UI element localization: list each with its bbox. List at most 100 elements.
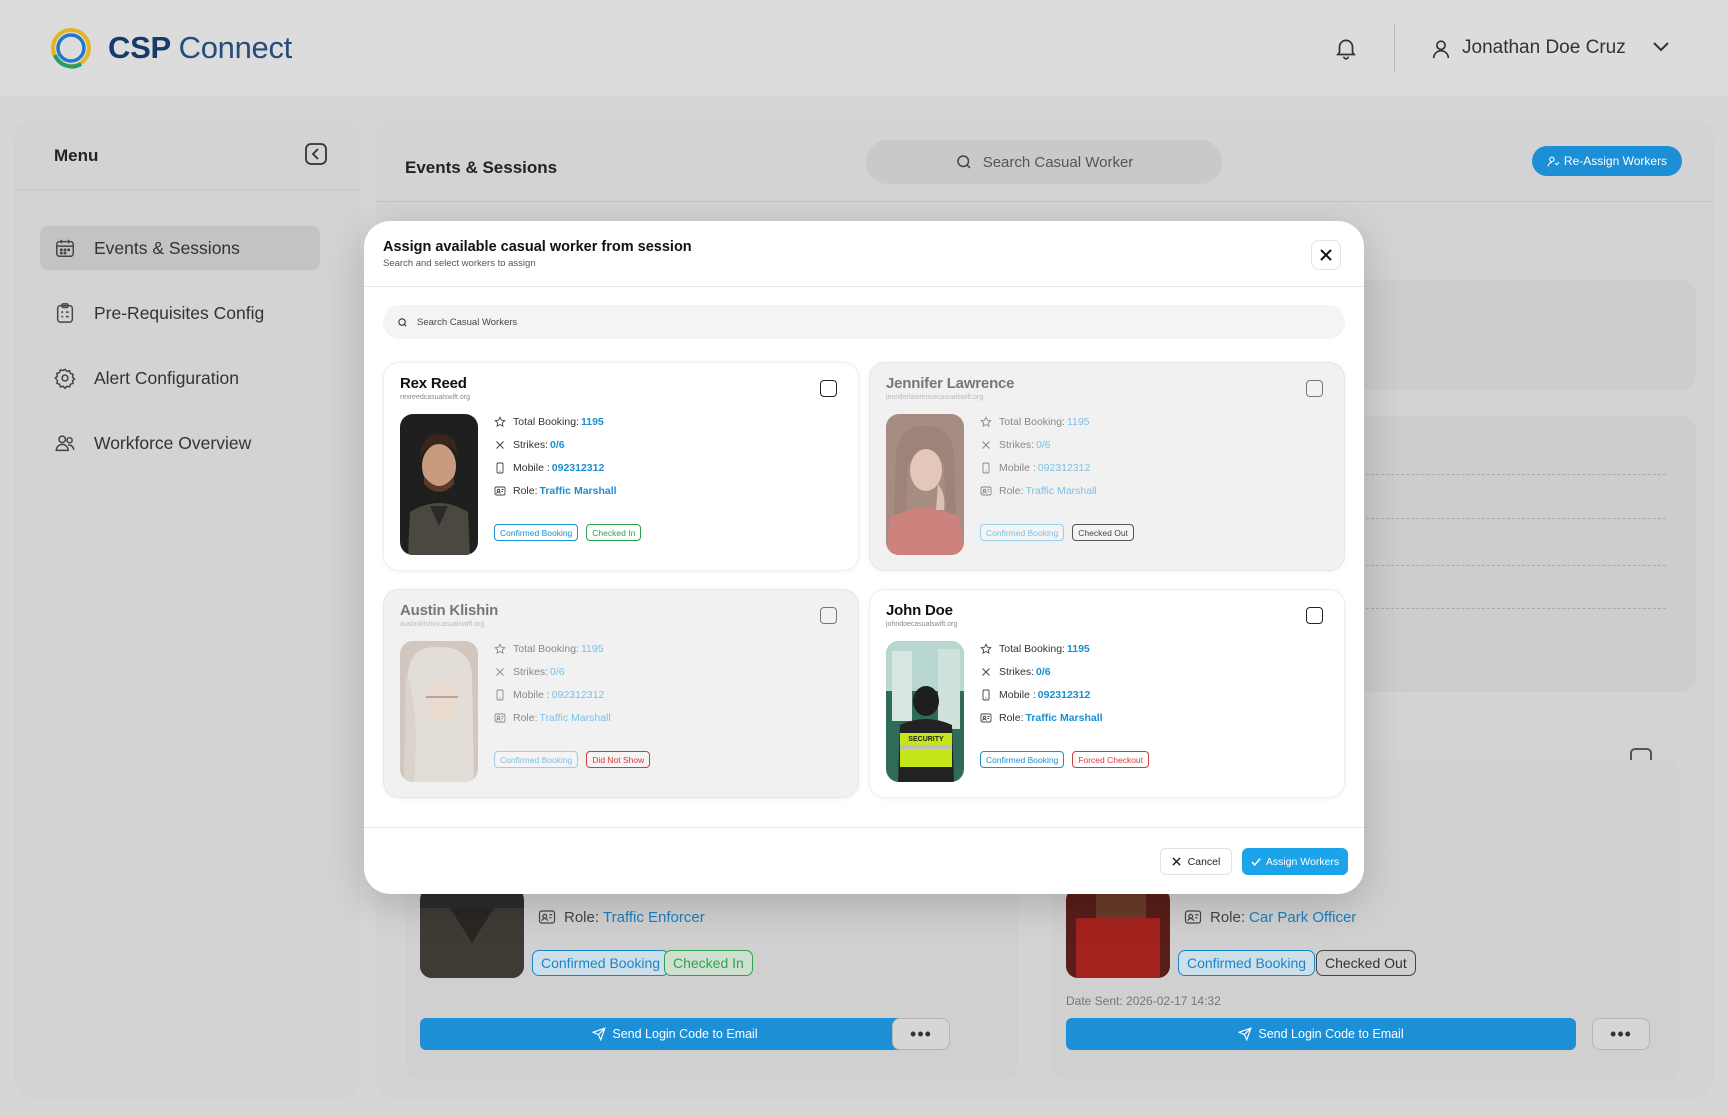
star-icon bbox=[980, 643, 992, 655]
status-badges: Confirmed Booking Forced Checkout bbox=[980, 751, 1150, 768]
main-divider bbox=[376, 201, 1714, 202]
chevron-down-icon[interactable] bbox=[1652, 40, 1670, 54]
id-card-icon bbox=[980, 486, 992, 496]
clipboard-icon bbox=[56, 303, 74, 323]
role-row: Role: Traffic Marshall bbox=[494, 485, 617, 497]
worker-email: jenniferlawrencecasualswift.org bbox=[886, 394, 984, 401]
star-icon bbox=[494, 416, 506, 428]
worker-photo: SECURITY bbox=[886, 641, 964, 782]
worker-checkbox[interactable] bbox=[1306, 607, 1323, 624]
send-login-code-button[interactable]: Send Login Code to Email bbox=[1066, 1018, 1576, 1050]
timeline-line bbox=[1366, 565, 1666, 566]
star-icon bbox=[980, 416, 992, 428]
collapse-sidebar-icon[interactable] bbox=[304, 142, 328, 166]
timeline-line bbox=[1366, 474, 1666, 475]
mobile-row: Mobile :092312312 bbox=[494, 689, 604, 701]
worker-checkbox[interactable] bbox=[820, 380, 837, 397]
phone-icon bbox=[496, 462, 504, 474]
worker-email: austinklishincasualswift.org bbox=[400, 621, 485, 628]
more-options-button[interactable]: ••• bbox=[892, 1018, 950, 1050]
more-options-button[interactable]: ••• bbox=[1592, 1018, 1650, 1050]
modal-subtitle: Search and select workers to assign bbox=[383, 258, 536, 269]
worker-name: John Doe bbox=[886, 602, 953, 619]
confirmed-booking-badge: Confirmed Booking bbox=[494, 524, 579, 541]
search-casual-workers-input[interactable]: Search Casual Workers bbox=[383, 305, 1345, 339]
worker-checkbox[interactable] bbox=[820, 607, 837, 624]
csp-logo-icon bbox=[51, 28, 91, 69]
confirmed-booking-badge: Confirmed Booking bbox=[1178, 950, 1316, 976]
id-card-icon bbox=[494, 713, 506, 723]
sidebar-item-alert-configuration[interactable]: Alert Configuration bbox=[40, 356, 320, 400]
worker-role: Role: Car Park Officer bbox=[1184, 908, 1356, 926]
worker-name: Jennifer Lawrence bbox=[886, 375, 1015, 392]
status-badges: Confirmed Booking Checked In bbox=[494, 524, 642, 541]
worker-card-rex-reed[interactable]: Rex Reed rexreedcasualswift.org Total Bo… bbox=[383, 362, 859, 571]
x-mark-icon bbox=[496, 668, 504, 676]
modal-title: Assign available casual worker from sess… bbox=[383, 239, 692, 255]
send-login-code-button[interactable]: Send Login Code to Email bbox=[420, 1018, 930, 1050]
search-icon bbox=[398, 317, 407, 327]
sidebar-item-label: Events & Sessions bbox=[94, 237, 240, 258]
modal-divider bbox=[364, 286, 1364, 287]
total-booking-row: Total Booking: 1195 bbox=[494, 643, 604, 655]
phone-icon bbox=[982, 462, 990, 474]
confirmed-booking-badge: Confirmed Booking bbox=[980, 524, 1065, 541]
assign-workers-button[interactable]: Assign Workers bbox=[1242, 848, 1348, 875]
total-booking-row: Total Booking: 1195 bbox=[980, 643, 1090, 655]
worker-email: rexreedcasualswift.org bbox=[400, 394, 471, 401]
modal-close-button[interactable] bbox=[1311, 240, 1341, 270]
worker-card-austin-klishin: Austin Klishin austinklishincasualswift.… bbox=[383, 589, 859, 798]
confirmed-booking-badge: Confirmed Booking bbox=[532, 950, 670, 976]
timeline-line bbox=[1366, 518, 1666, 519]
user-name[interactable]: Jonathan Doe Cruz bbox=[1462, 37, 1626, 59]
id-card-icon bbox=[980, 713, 992, 723]
search-placeholder: Search Casual Worker bbox=[982, 153, 1134, 171]
reassign-workers-button[interactable]: Re-Assign Workers bbox=[1532, 146, 1682, 176]
id-card-icon bbox=[538, 910, 556, 924]
sidebar-item-prerequisites[interactable]: Pre-Requisites Config bbox=[40, 291, 320, 335]
star-icon bbox=[494, 643, 506, 655]
reassign-label: Re-Assign Workers bbox=[1563, 154, 1668, 168]
mobile-row: Mobile :092312312 bbox=[494, 462, 604, 474]
status-badges: Confirmed Booking Checked Out bbox=[980, 524, 1134, 541]
page-title: Events & Sessions bbox=[405, 158, 558, 177]
search-casual-worker-input[interactable]: Search Casual Worker bbox=[866, 140, 1222, 184]
send-icon bbox=[1238, 1027, 1253, 1041]
role-row: Role: Traffic Marshall bbox=[494, 712, 611, 724]
worker-email: johndoecasualswift.org bbox=[886, 621, 958, 628]
sidebar-item-label: Alert Configuration bbox=[94, 367, 239, 388]
notification-bell-icon[interactable] bbox=[1333, 34, 1359, 62]
users-icon bbox=[55, 435, 75, 452]
checked-out-badge: Checked Out bbox=[1316, 950, 1416, 976]
gear-icon bbox=[54, 368, 76, 389]
sidebar-item-events-sessions[interactable]: Events & Sessions bbox=[40, 226, 320, 270]
close-icon bbox=[1172, 857, 1181, 866]
timeline-line bbox=[1366, 608, 1666, 609]
checked-in-badge: Checked In bbox=[586, 524, 642, 541]
check-icon bbox=[1251, 857, 1261, 866]
menu-title: Menu bbox=[54, 146, 99, 165]
mobile-row: Mobile :092312312 bbox=[980, 689, 1090, 701]
confirmed-booking-badge: Confirmed Booking bbox=[494, 751, 579, 768]
worker-card-john-doe[interactable]: John Doe johndoecasualswift.org SECURITY… bbox=[869, 589, 1345, 798]
checked-out-badge: Checked Out bbox=[1072, 524, 1134, 541]
strikes-row: Strikes: 0/6 bbox=[494, 666, 565, 678]
top-bar: CSP Connect Jonathan Doe Cruz bbox=[0, 0, 1728, 96]
cancel-button[interactable]: Cancel bbox=[1160, 848, 1232, 875]
role-row: Role: Traffic Marshall bbox=[980, 712, 1103, 724]
worker-name: Austin Klishin bbox=[400, 602, 499, 619]
role-row: Role: Traffic Marshall bbox=[980, 485, 1097, 497]
total-booking-row: Total Booking: 1195 bbox=[494, 416, 604, 428]
sidebar-divider bbox=[14, 189, 360, 190]
assign-worker-modal: Assign available casual worker from sess… bbox=[364, 221, 1364, 894]
forced-checkout-badge: Forced Checkout bbox=[1072, 751, 1150, 768]
strikes-row: Strikes: 0/6 bbox=[980, 666, 1051, 678]
calendar-icon bbox=[56, 239, 74, 257]
worker-photo bbox=[400, 414, 478, 555]
worker-photo bbox=[400, 641, 478, 782]
sidebar-item-workforce-overview[interactable]: Workforce Overview bbox=[40, 421, 320, 465]
date-sent: Date Sent: 2026-02-17 14:32 bbox=[1066, 994, 1221, 1008]
worker-checkbox[interactable] bbox=[1306, 380, 1323, 397]
search-placeholder: Search Casual Workers bbox=[417, 316, 518, 328]
user-icon[interactable] bbox=[1430, 37, 1452, 61]
